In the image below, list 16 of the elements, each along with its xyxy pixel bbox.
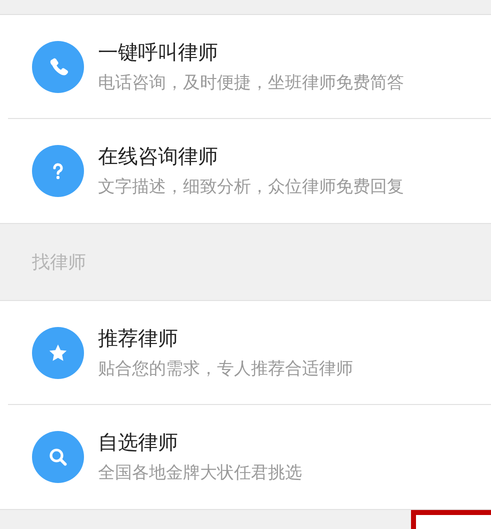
search-icon: [32, 431, 84, 483]
question-icon: [32, 145, 84, 197]
list-item[interactable]: 在线咨询律师 文字描述，细致分析，众位律师免费回复: [8, 119, 491, 223]
section-title: 找律师: [32, 251, 86, 274]
list-item[interactable]: 一键呼叫律师 电话咨询，及时便捷，坐班律师免费简答: [8, 15, 491, 119]
item-title: 推荐律师: [98, 326, 179, 350]
list-item[interactable]: 推荐律师 贴合您的需求，专人推荐合适律师: [8, 301, 491, 405]
phone-icon: [32, 40, 84, 92]
list-item[interactable]: 自选律师 全国各地金牌大状任君挑选: [8, 405, 491, 509]
item-title: 在线咨询律师: [98, 144, 219, 168]
item-subtitle: 全国各地金牌大状任君挑选: [98, 463, 302, 484]
item-subtitle: 电话咨询，及时便捷，坐班律师免费简答: [98, 72, 404, 94]
item-title: 一键呼叫律师: [98, 40, 219, 64]
item-title: 自选律师: [98, 430, 179, 454]
item-subtitle: 贴合您的需求，专人推荐合适律师: [98, 358, 353, 380]
item-subtitle: 文字描述，细致分析，众位律师免费回复: [98, 177, 404, 198]
